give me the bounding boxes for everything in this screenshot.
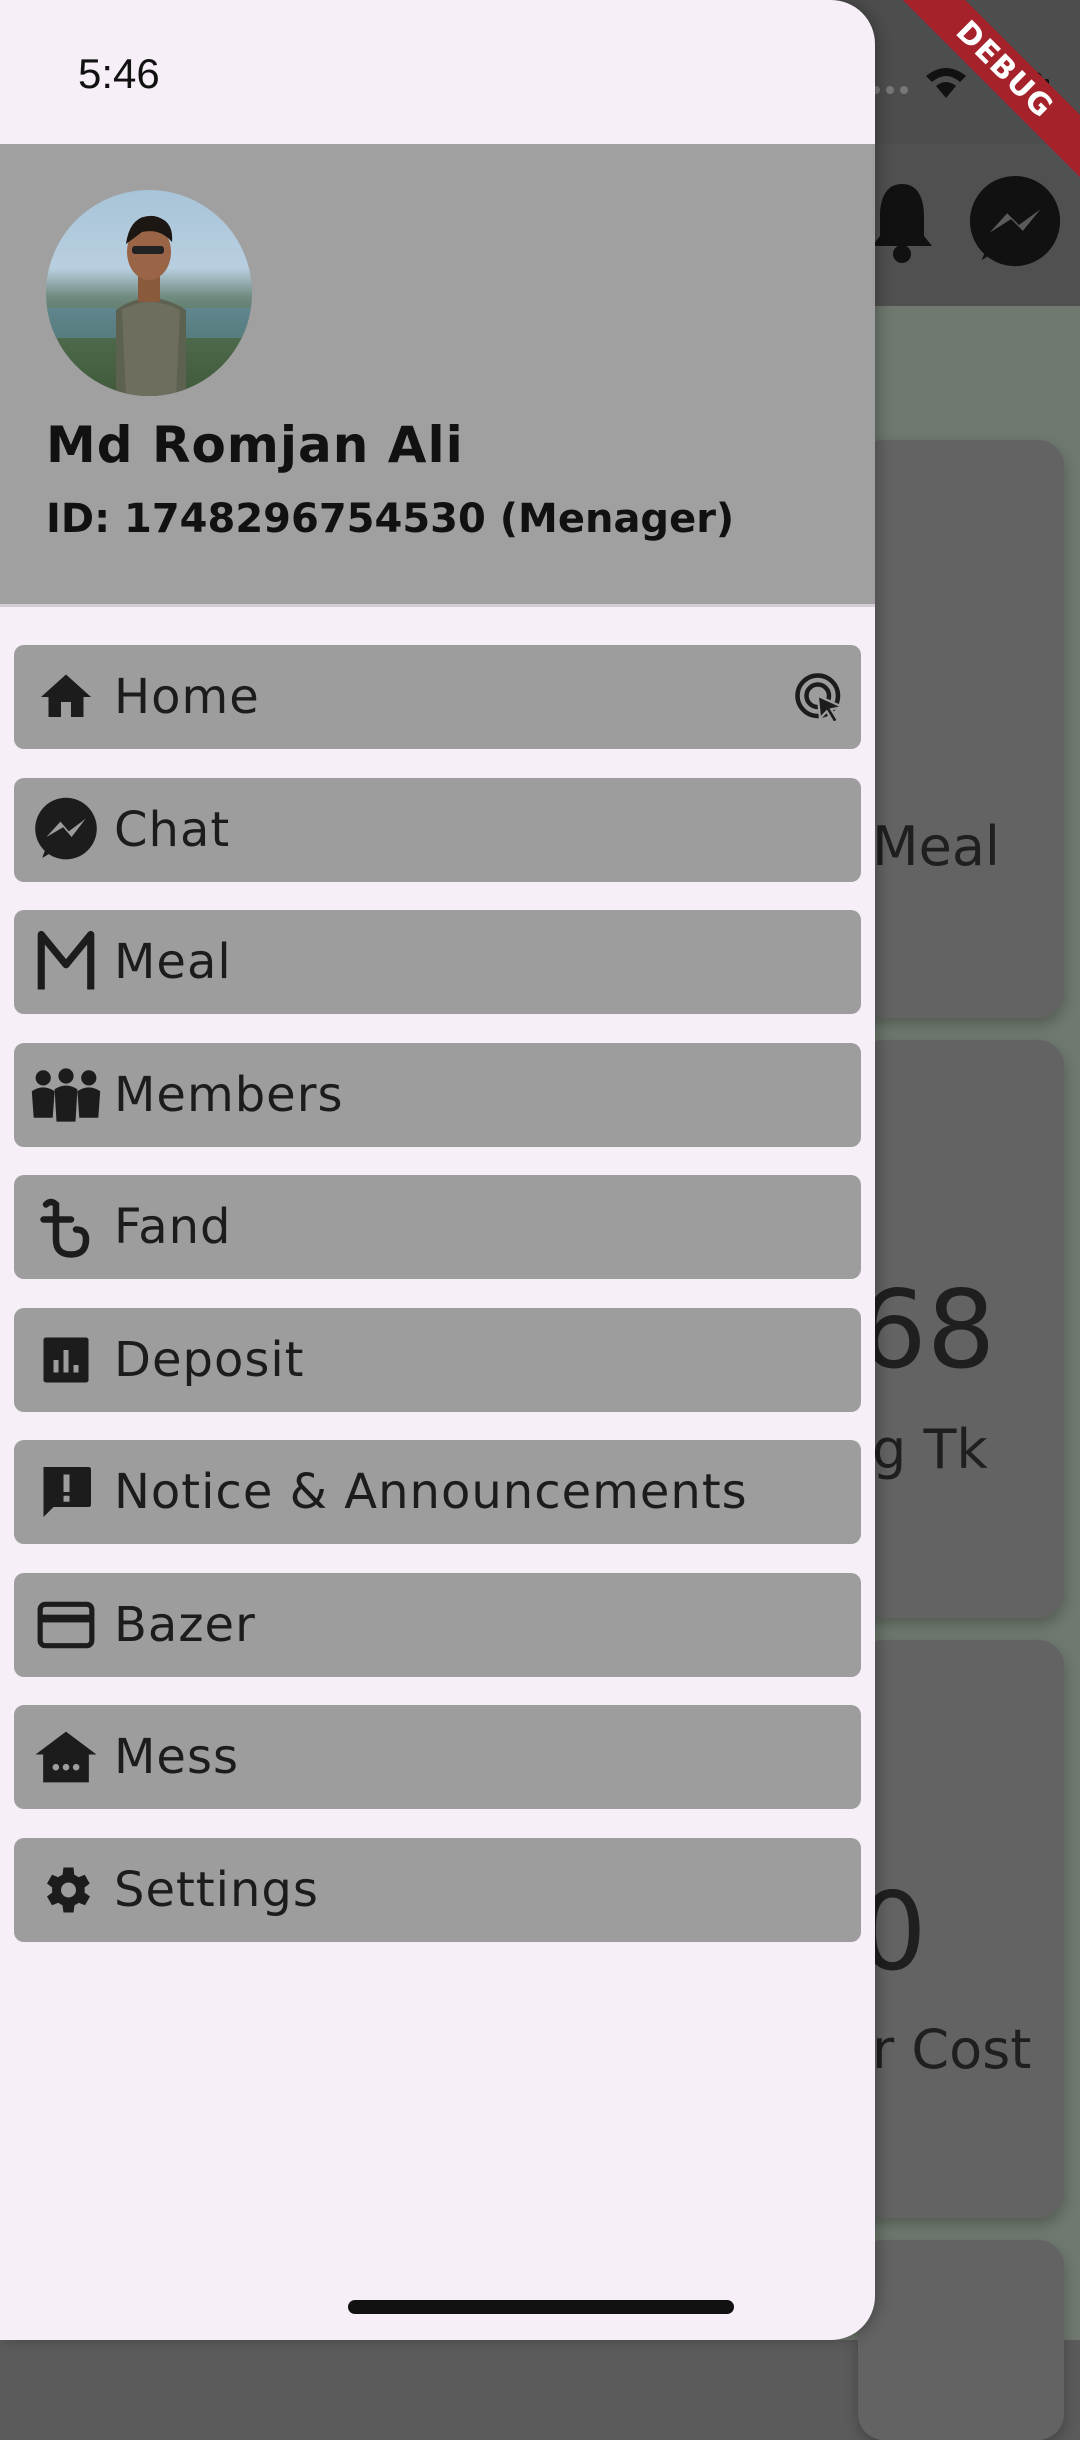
letter-m-icon	[28, 924, 104, 1000]
house-icon	[28, 1719, 104, 1795]
menu-item-label: Settings	[114, 1861, 319, 1918]
menu-item-label: Notice & Announcements	[114, 1464, 748, 1520]
background-card-label: g Tk	[872, 1418, 988, 1481]
menu-item-deposit[interactable]: Deposit	[14, 1307, 861, 1412]
menu-item-fand[interactable]: Fand	[14, 1175, 861, 1279]
background-card-extra	[858, 2240, 1064, 2440]
menu-item-members[interactable]: Members	[14, 1042, 861, 1147]
notification-bell-icon[interactable]	[870, 180, 934, 264]
status-time: 5:46	[78, 50, 160, 97]
gear-icon	[28, 1852, 104, 1928]
announcement-icon	[28, 1454, 104, 1530]
credit-card-icon	[28, 1587, 104, 1663]
menu-item-notice[interactable]: Notice & Announcements	[14, 1440, 861, 1544]
drawer-menu: Home Chat Meal Members Fand Deposit Noti…	[14, 645, 861, 1970]
background-card-label: Meal	[872, 815, 1000, 878]
menu-item-label: Fand	[114, 1199, 232, 1255]
background-card-label: r Cost	[872, 2018, 1032, 2081]
menu-item-label: Chat	[114, 801, 231, 858]
touch-app-icon	[795, 673, 847, 725]
menu-item-mess[interactable]: Mess	[14, 1705, 861, 1809]
menu-item-label: Home	[114, 669, 260, 725]
menu-item-label: Deposit	[114, 1331, 305, 1388]
messenger-icon	[28, 792, 104, 868]
group-icon	[28, 1057, 104, 1133]
menu-item-settings[interactable]: Settings	[14, 1837, 861, 1942]
menu-item-label: Meal	[114, 934, 232, 990]
menu-item-label: Members	[114, 1066, 344, 1123]
background-card-value: 68	[858, 1268, 996, 1393]
user-name: Md Romjan Ali	[46, 416, 464, 474]
messenger-icon[interactable]	[966, 174, 1064, 272]
status-bar: 5:46	[0, 0, 875, 144]
menu-item-chat[interactable]: Chat	[14, 777, 861, 882]
user-id: ID: 1748296754530 (Menager)	[46, 496, 735, 542]
menu-item-label: Bazer	[114, 1596, 256, 1653]
background-card-meal	[858, 440, 1064, 1018]
home-icon	[28, 659, 104, 735]
avatar[interactable]	[46, 190, 252, 396]
menu-item-home[interactable]: Home	[14, 645, 861, 749]
home-indicator[interactable]	[348, 2300, 734, 2314]
taka-icon	[28, 1189, 104, 1265]
navigation-drawer: 5:46 Md Romjan Ali ID: 1748296754530 (Me…	[0, 0, 875, 2340]
menu-item-bazer[interactable]: Bazer	[14, 1572, 861, 1677]
menu-item-meal[interactable]: Meal	[14, 910, 861, 1014]
menu-item-label: Mess	[114, 1729, 239, 1785]
bar-chart-icon	[28, 1322, 104, 1398]
drawer-header: Md Romjan Ali ID: 1748296754530 (Menager…	[0, 144, 875, 607]
